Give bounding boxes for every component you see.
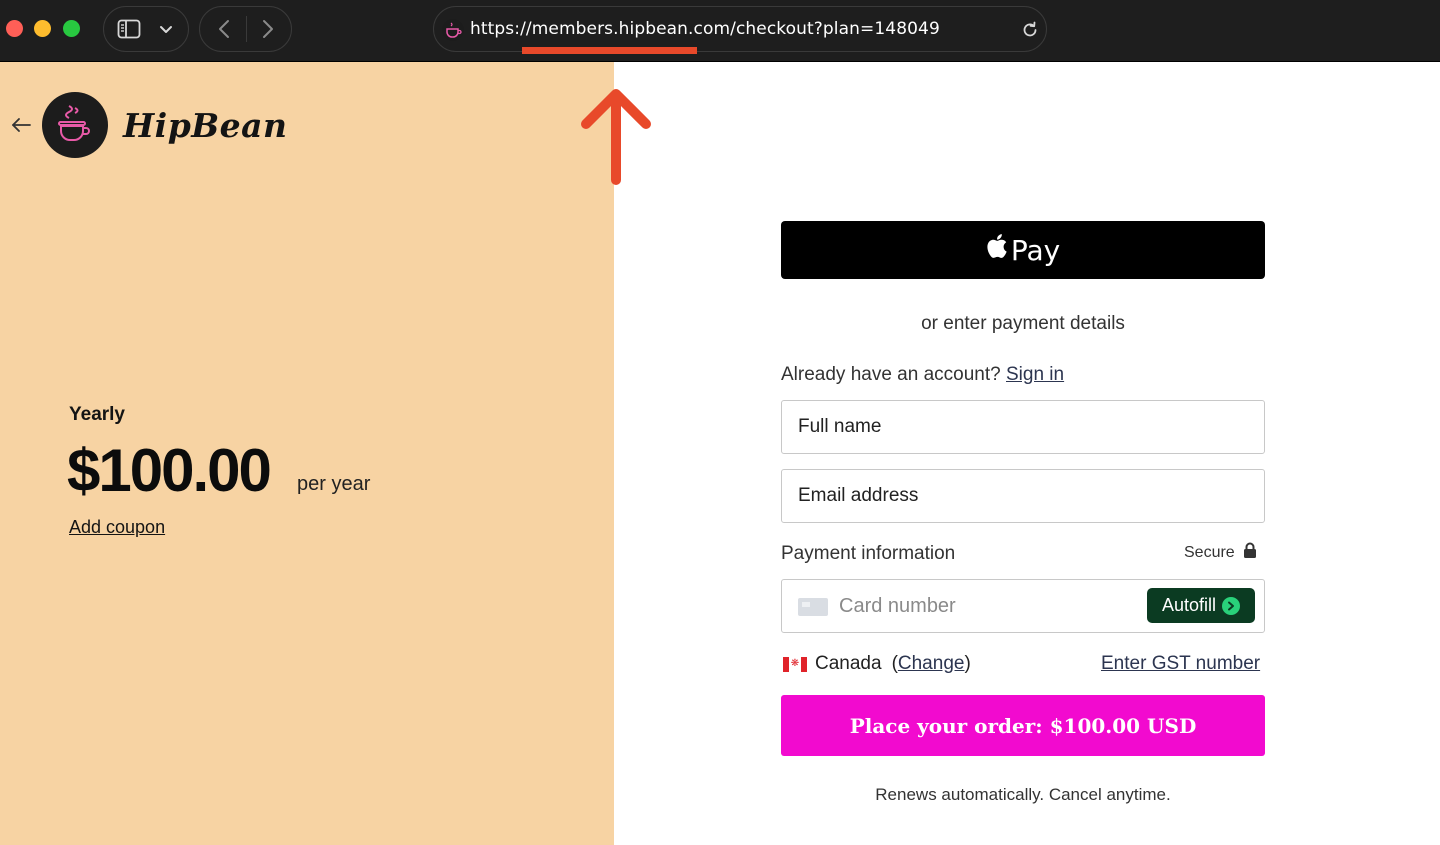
secure-indicator: Secure xyxy=(1184,542,1257,564)
url-highlight-underline xyxy=(522,47,697,54)
canada-flag-icon: ❋ xyxy=(783,656,807,672)
email-input[interactable] xyxy=(782,470,1264,522)
navigation-group xyxy=(199,6,292,52)
place-order-button[interactable]: Place your order: $100.00 USD xyxy=(781,695,1265,756)
apple-pay-button[interactable]: Pay xyxy=(781,221,1265,279)
country-selector: ❋ Canada (Change) xyxy=(783,653,971,675)
arrow-right-circle-icon xyxy=(1222,596,1241,615)
change-country-link[interactable]: Change xyxy=(898,653,965,674)
country-name: Canada xyxy=(815,653,882,674)
account-prompt: Already have an account? Sign in xyxy=(781,364,1064,386)
or-enter-payment-text: or enter payment details xyxy=(921,313,1125,334)
hipbean-favicon xyxy=(442,19,464,41)
address-bar[interactable]: https://members.hipbean.com/checkout?pla… xyxy=(433,6,1047,52)
payment-information-label: Payment information xyxy=(781,543,956,564)
sidebar-toggle-group xyxy=(103,6,189,52)
close-window-button[interactable] xyxy=(6,20,23,37)
zoom-window-button[interactable] xyxy=(63,20,80,37)
back-arrow-icon[interactable] xyxy=(10,117,32,138)
plan-summary-panel: HipBean Yearly $100.00 per year Add coup… xyxy=(0,62,614,845)
plan-price: $100.00 xyxy=(67,437,272,504)
sidebar-icon[interactable] xyxy=(116,17,142,41)
full-name-field[interactable] xyxy=(781,400,1265,454)
full-name-input[interactable] xyxy=(782,401,1264,453)
plan-name: Yearly xyxy=(69,404,125,425)
nav-divider xyxy=(246,16,247,42)
change-close-paren: ) xyxy=(964,653,971,674)
hipbean-logo-icon[interactable] xyxy=(42,92,108,158)
email-field[interactable] xyxy=(781,469,1265,523)
autofill-button[interactable]: Autofill xyxy=(1147,588,1255,623)
apple-pay-label: Pay xyxy=(1010,233,1061,267)
sign-in-link[interactable]: Sign in xyxy=(1006,364,1064,385)
credit-card-icon xyxy=(798,598,828,616)
enter-gst-number-link[interactable]: Enter GST number xyxy=(1101,653,1260,675)
brand-wordmark[interactable]: HipBean xyxy=(123,106,288,145)
chevron-down-icon[interactable] xyxy=(156,20,176,38)
minimize-window-button[interactable] xyxy=(34,20,51,37)
plan-period: per year xyxy=(297,473,371,495)
reload-icon[interactable] xyxy=(1020,20,1040,45)
url-text[interactable]: https://members.hipbean.com/checkout?pla… xyxy=(470,19,940,39)
renewal-notice: Renews automatically. Cancel anytime. xyxy=(875,785,1171,804)
change-country-wrap: (Change) xyxy=(892,653,971,675)
lock-icon xyxy=(1243,542,1257,564)
chevron-left-icon[interactable] xyxy=(214,18,234,40)
chevron-right-icon[interactable] xyxy=(258,18,278,40)
apple-logo-icon xyxy=(986,233,1008,267)
add-coupon-link[interactable]: Add coupon xyxy=(69,517,165,538)
annotation-up-arrow-icon xyxy=(578,86,654,191)
browser-toolbar: https://members.hipbean.com/checkout?pla… xyxy=(0,0,1440,62)
secure-label: Secure xyxy=(1184,544,1235,561)
account-prompt-text: Already have an account? xyxy=(781,364,1001,385)
autofill-label: Autofill xyxy=(1161,595,1217,615)
